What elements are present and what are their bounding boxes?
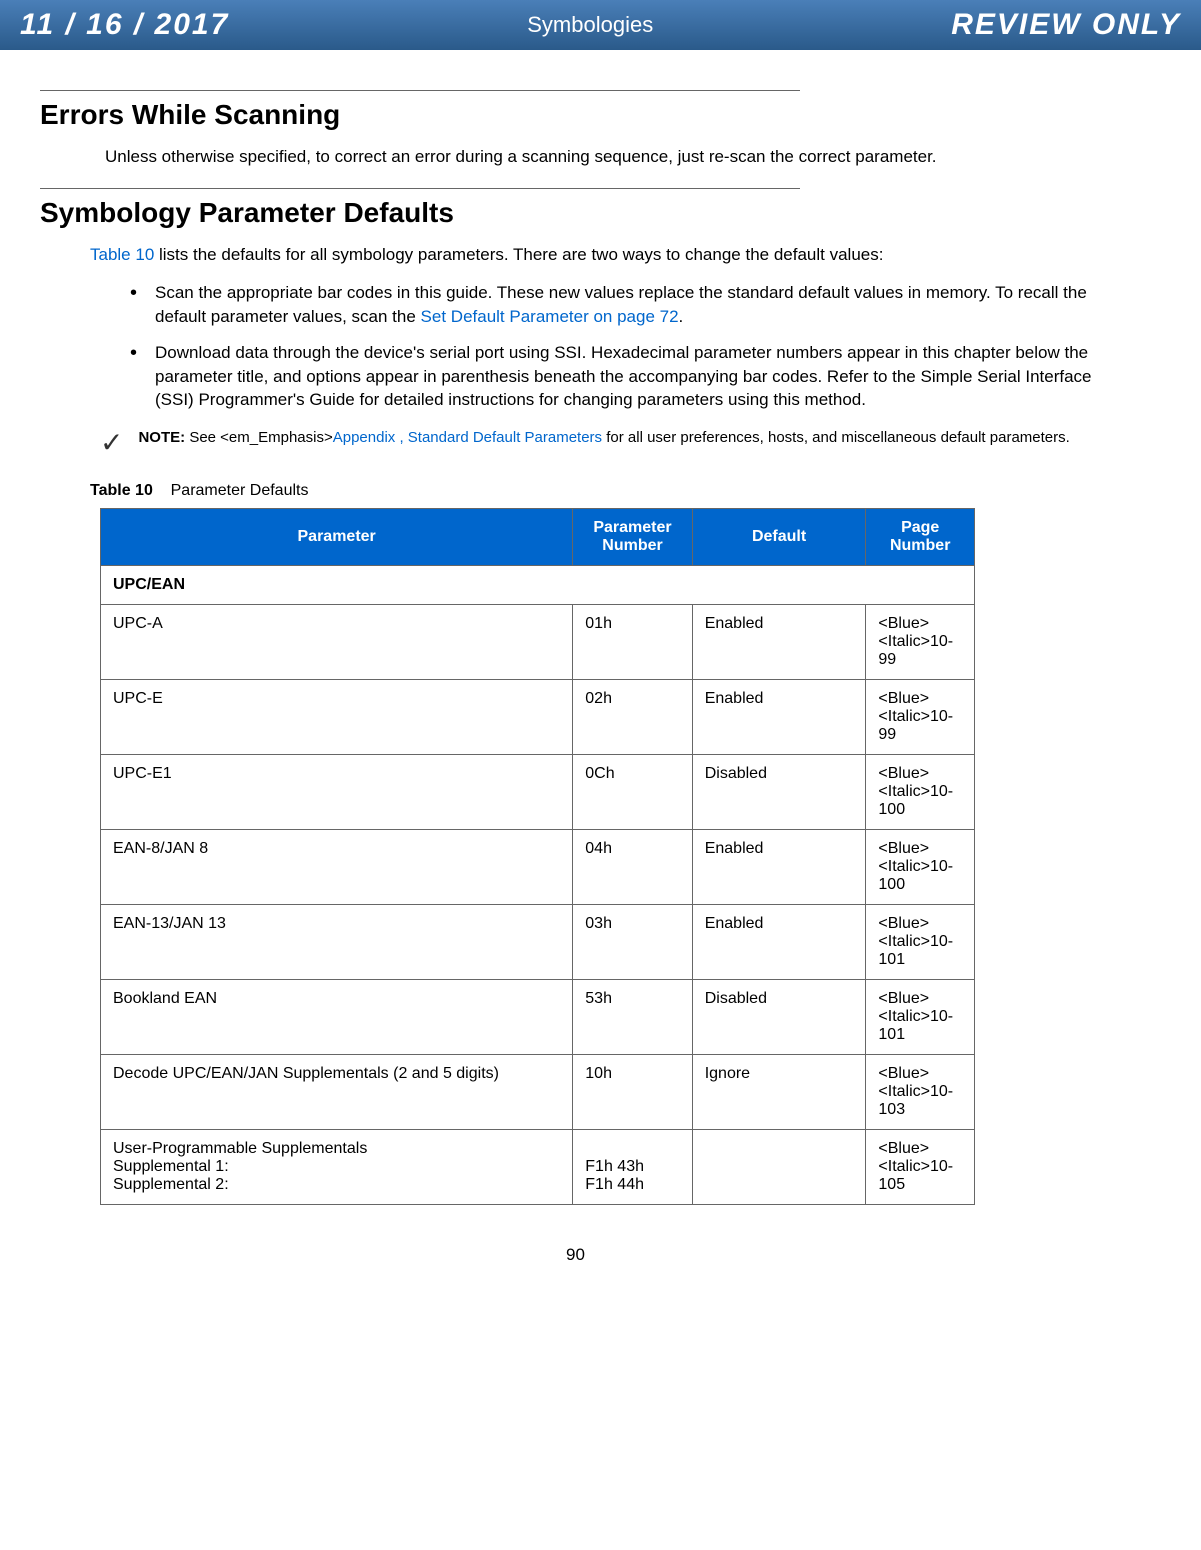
header-review-stamp: REVIEW ONLY — [951, 8, 1181, 42]
divider — [40, 90, 800, 91]
cell-num: 01h — [573, 605, 692, 680]
checkmark-icon: ✓ — [100, 429, 123, 457]
set-default-link[interactable]: Set Default Parameter on page 72 — [421, 307, 679, 326]
divider — [40, 188, 800, 189]
cell-num: 02h — [573, 680, 692, 755]
cell-default: Enabled — [692, 605, 866, 680]
header-date: 11 / 16 / 2017 — [20, 8, 229, 42]
bullet-list: Scan the appropriate bar codes in this g… — [130, 281, 1111, 412]
cell-param: UPC-E1 — [101, 755, 573, 830]
cell-default: Disabled — [692, 980, 866, 1055]
cell-param: User-Programmable Supplementals Suppleme… — [101, 1130, 573, 1205]
note-text: NOTE: See <em_Emphasis>Appendix , Standa… — [138, 427, 1069, 448]
cell-default — [692, 1130, 866, 1205]
cell-num: 10h — [573, 1055, 692, 1130]
bullet-item: Download data through the device's seria… — [130, 341, 1111, 412]
table-row: UPC-E1 0Ch Disabled <Blue><Italic>10-100 — [101, 755, 975, 830]
cell-default: Enabled — [692, 830, 866, 905]
section-heading-errors: Errors While Scanning — [40, 99, 1111, 131]
cell-num: 53h — [573, 980, 692, 1055]
cell-default: Enabled — [692, 905, 866, 980]
cell-page: <Blue><Italic>10-101 — [866, 980, 975, 1055]
note-pre: See <em_Emphasis> — [189, 429, 332, 446]
cell-param: Decode UPC/EAN/JAN Supplementals (2 and … — [101, 1055, 573, 1130]
col-header-default: Default — [692, 509, 866, 566]
cell-default: Disabled — [692, 755, 866, 830]
table-header-row: Parameter Parameter Number Default Page … — [101, 509, 975, 566]
col-header-parameter: Parameter — [101, 509, 573, 566]
table-section-label: UPC/EAN — [101, 566, 975, 605]
cell-page: <Blue><Italic>10-101 — [866, 905, 975, 980]
bullet-text-post: . — [679, 307, 684, 326]
cell-param: Bookland EAN — [101, 980, 573, 1055]
cell-param: UPC-A — [101, 605, 573, 680]
cell-num: 0Ch — [573, 755, 692, 830]
table-caption-label: Table 10 — [90, 482, 153, 499]
page-header: 11 / 16 / 2017 Symbologies REVIEW ONLY — [0, 0, 1201, 50]
cell-page: <Blue><Italic>10-103 — [866, 1055, 975, 1130]
col-header-number: Parameter Number — [573, 509, 692, 566]
table-row: EAN-8/JAN 8 04h Enabled <Blue><Italic>10… — [101, 830, 975, 905]
cell-default: Enabled — [692, 680, 866, 755]
parameter-defaults-table: Parameter Parameter Number Default Page … — [100, 508, 975, 1205]
cell-page: <Blue><Italic>10-99 — [866, 680, 975, 755]
intro-text: lists the defaults for all symbology par… — [154, 245, 883, 264]
table-ref-link[interactable]: Table 10 — [90, 245, 154, 264]
multi-line3: Supplemental 2: — [113, 1176, 560, 1194]
cell-default: Ignore — [692, 1055, 866, 1130]
cell-num: F1h 43h F1h 44h — [573, 1130, 692, 1205]
table-row: UPC-E 02h Enabled <Blue><Italic>10-99 — [101, 680, 975, 755]
multi-line2: Supplemental 1: — [113, 1158, 560, 1176]
appendix-link[interactable]: Appendix , Standard Default Parameters — [333, 429, 602, 446]
table-caption: Table 10 Parameter Defaults — [90, 482, 1111, 500]
cell-num: 04h — [573, 830, 692, 905]
table-caption-text: Parameter Defaults — [171, 482, 309, 499]
bullet-item: Scan the appropriate bar codes in this g… — [130, 281, 1111, 329]
cell-page: <Blue><Italic>10-99 — [866, 605, 975, 680]
table-section-row: UPC/EAN — [101, 566, 975, 605]
page-content: Errors While Scanning Unless otherwise s… — [0, 50, 1201, 1285]
intro-paragraph: Table 10 lists the defaults for all symb… — [90, 244, 1111, 266]
note-post: for all user preferences, hosts, and mis… — [602, 429, 1070, 446]
page-number: 90 — [40, 1245, 1111, 1265]
table-row: UPC-A 01h Enabled <Blue><Italic>10-99 — [101, 605, 975, 680]
cell-page: <Blue><Italic>10-105 — [866, 1130, 975, 1205]
table-row: EAN-13/JAN 13 03h Enabled <Blue><Italic>… — [101, 905, 975, 980]
cell-page: <Blue><Italic>10-100 — [866, 830, 975, 905]
section-heading-defaults: Symbology Parameter Defaults — [40, 197, 1111, 229]
cell-param: EAN-13/JAN 13 — [101, 905, 573, 980]
table-row: Bookland EAN 53h Disabled <Blue><Italic>… — [101, 980, 975, 1055]
multi-num2: F1h 43h — [585, 1158, 679, 1176]
multi-num3: F1h 44h — [585, 1176, 679, 1194]
cell-param: UPC-E — [101, 680, 573, 755]
note-block: ✓ NOTE: See <em_Emphasis>Appendix , Stan… — [100, 427, 1111, 457]
col-header-page: Page Number — [866, 509, 975, 566]
cell-page: <Blue><Italic>10-100 — [866, 755, 975, 830]
section-body-errors: Unless otherwise specified, to correct a… — [105, 146, 1111, 168]
table-row: User-Programmable Supplementals Suppleme… — [101, 1130, 975, 1205]
table-row: Decode UPC/EAN/JAN Supplementals (2 and … — [101, 1055, 975, 1130]
header-title: Symbologies — [527, 12, 653, 38]
cell-num: 03h — [573, 905, 692, 980]
multi-line1: User-Programmable Supplementals — [113, 1140, 560, 1158]
cell-param: EAN-8/JAN 8 — [101, 830, 573, 905]
note-label: NOTE: — [138, 429, 185, 446]
